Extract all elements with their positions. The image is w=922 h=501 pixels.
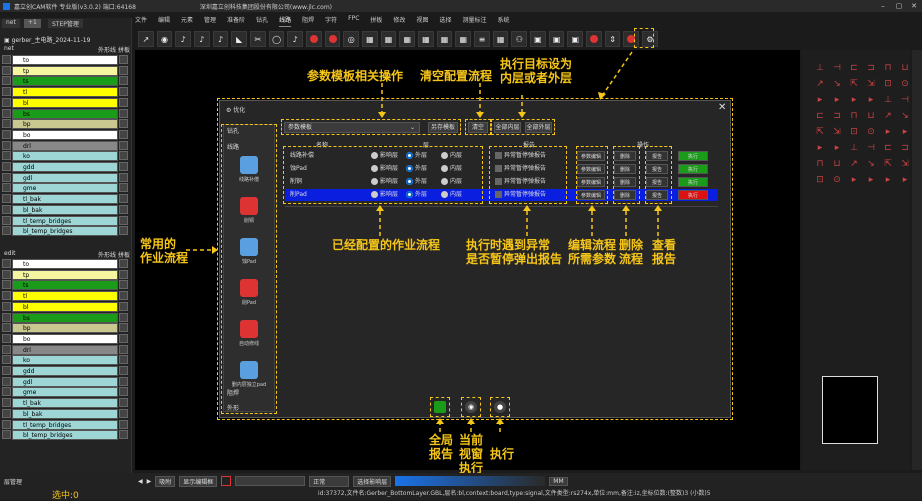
annot-configured: 已经配置的作业流程 [332,238,441,252]
bottom-bar: 层管理 选中:0 ◀ ▶ 吸附 显示编辑框 正常 选择影响层 MM id:3737… [0,473,922,501]
annot-target-1: 执行目标设为 [500,57,573,71]
annot-common-1: 常用的 [140,237,177,251]
prev-icon[interactable]: ◀ [138,478,143,485]
annot-del-1: 删除 [619,238,644,252]
filter-tools[interactable] [395,476,546,486]
annot-edit-1: 编辑流程 [568,238,617,252]
select-affect-button[interactable]: 选择影响层 [353,475,392,487]
next-icon[interactable]: ▶ [147,478,152,485]
bottom-toolbar: ◀ ▶ 吸附 显示编辑框 正常 选择影响层 MM [138,475,918,487]
annot-del-2: 流程 [619,252,644,266]
annot-exec: 执行 [490,447,515,461]
annot-view-1: 查看 [652,238,677,252]
annot-cur-2: 视窗 [459,447,484,461]
annot-exc-2: 是否暂停弹出报告 [466,252,563,266]
annot-global-2: 报告 [429,447,454,461]
status-bar: id:37372,文件名:Gerber_BottomLayer.GBL,层名:b… [318,490,711,497]
layer-mgmt-tab[interactable]: 层管理 [4,477,22,486]
selected-count: 选中:0 [52,491,79,501]
snap-select[interactable]: 吸附 [155,475,176,487]
annot-exc-1: 执行时遇到异常 [466,238,551,252]
frame-icon[interactable] [221,476,232,486]
mode-button[interactable]: 显示编辑框 [179,475,218,487]
annot-clear: 清空配置流程 [420,69,493,83]
unit-select[interactable]: MM [549,476,568,486]
annot-target-2: 内层或者外层 [500,71,573,85]
annot-global-1: 全局 [429,433,454,447]
annot-params: 参数模板相关操作 [307,69,404,83]
coord-input[interactable] [235,476,306,486]
annot-cur-1: 当前 [459,433,484,447]
annot-view-2: 报告 [652,252,677,266]
annot-edit-2: 所需参数 [568,252,617,266]
line-mode-select[interactable]: 正常 [309,475,350,487]
annot-common-2: 作业流程 [140,251,189,265]
